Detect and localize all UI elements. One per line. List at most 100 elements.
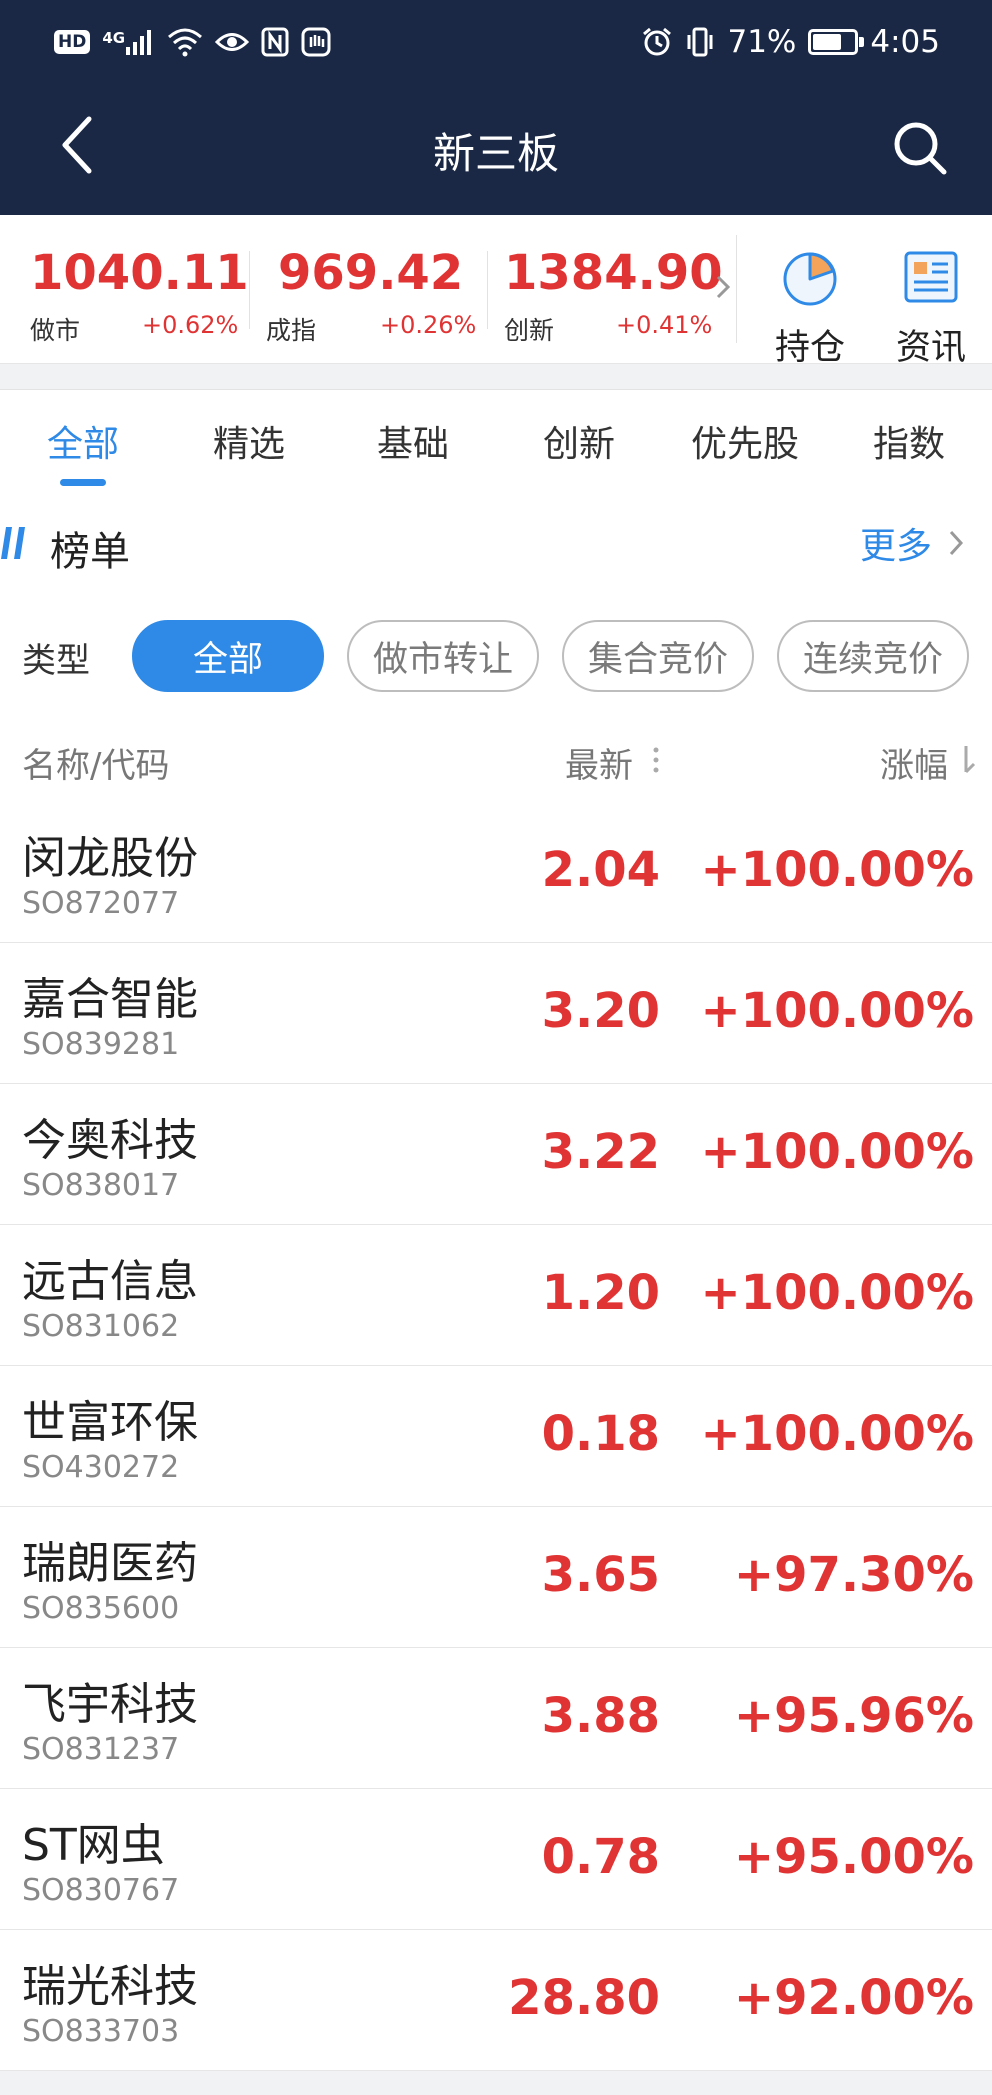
stock-change: +100.00% [700,1406,974,1462]
stock-latest-price: 3.65 [541,1547,660,1603]
holdings-button[interactable]: 持仓 [760,233,860,368]
stock-name: 世富环保 [22,1397,198,1448]
nfc-icon [261,27,289,57]
stock-name: 瑞朗医药 [22,1538,198,1589]
status-right: 71% 4:05 [641,22,940,62]
active-tab-indicator [60,479,106,486]
index-market-making[interactable]: 1040.11 做市 +0.62% [0,215,250,363]
stock-change: +95.96% [733,1688,974,1744]
wifi-icon [167,27,203,57]
tab-selected[interactable]: 精选 [166,390,332,492]
stock-latest-price: 1.20 [541,1265,660,1321]
stock-latest-price: 0.78 [541,1829,660,1885]
tab-basic[interactable]: 基础 [330,390,496,492]
column-header: 名称/代码 最新 涨幅 [0,716,992,803]
table-row[interactable]: 瑞光科技 SO833703 28.80 +92.00% [0,1930,992,2071]
search-button[interactable] [884,112,956,184]
stock-name: ST网虫 [22,1820,165,1871]
top-bar: HD 4G 71% 4:05 新三板 [0,0,992,215]
filter-label: 类型 [22,641,90,681]
stock-name: 闵龙股份 [22,833,198,884]
filter-chip-all[interactable]: 全部 [132,620,324,692]
stock-name: 今奥科技 [22,1115,198,1166]
table-row[interactable]: ST网虫 SO830767 0.78 +95.00% [0,1789,992,1930]
stock-code: SO838017 [22,1168,180,1203]
tab-innovation[interactable]: 创新 [496,390,662,492]
clock: 4:05 [870,24,940,60]
network-type: 4G [102,29,126,47]
hand-icon [301,27,331,57]
tab-index[interactable]: 指数 [826,390,992,492]
table-row[interactable]: 远古信息 SO831062 1.20 +100.00% [0,1225,992,1366]
stock-code: SO831062 [22,1309,180,1344]
index-innovation[interactable]: 1384.90 创新 +0.41% [488,215,723,363]
index-change: +0.62% [142,311,239,339]
table-row[interactable]: 瑞朗医药 SO835600 3.65 +97.30% [0,1507,992,1648]
type-filter: 类型 全部 做市转让 集合竞价 连续竞价 [0,595,992,717]
stock-code: SO833703 [22,2014,180,2049]
news-label: 资讯 [895,328,966,368]
column-change[interactable]: 涨幅 [880,738,948,787]
stock-code: SO835600 [22,1591,180,1626]
stock-code: SO839281 [22,1027,180,1062]
index-value: 1040.11 [30,245,249,301]
section-marker-icon [1,527,25,559]
stock-name: 嘉合智能 [22,974,198,1025]
index-name: 做市 [30,316,81,345]
battery-icon [808,29,865,55]
ranking-header: 榜单 更多 [0,491,992,596]
pie-chart-icon [783,252,837,306]
index-value: 969.42 [278,245,464,301]
news-icon [904,251,958,303]
chevron-right-icon[interactable] [712,271,734,303]
news-button[interactable]: 资讯 [881,233,981,368]
stock-latest-price: 0.18 [541,1406,660,1462]
status-left: HD 4G [54,22,331,62]
table-row[interactable]: 世富环保 SO430272 0.18 +100.00% [0,1366,992,1507]
chevron-right-icon [949,530,964,556]
stock-code: SO872077 [22,886,180,921]
filter-chip-market-making[interactable]: 做市转让 [347,620,539,692]
stock-code: SO831237 [22,1732,180,1767]
holdings-label: 持仓 [774,328,845,368]
column-name: 名称/代码 [22,746,170,786]
stock-change: +100.00% [700,983,974,1039]
battery-percent: 71% [727,24,797,60]
alarm-icon [641,26,673,58]
sort-icon[interactable] [652,744,660,776]
tab-all[interactable]: 全部 [0,390,166,492]
more-link[interactable]: 更多 [860,519,966,567]
stock-change: +92.00% [733,1970,974,2026]
stock-change: +97.30% [733,1547,974,1603]
eye-icon [215,27,250,57]
category-tabs: 全部 精选 基础 创新 优先股 指数 [0,389,992,493]
table-row[interactable]: 嘉合智能 SO839281 3.20 +100.00% [0,943,992,1084]
table-row[interactable]: 飞宇科技 SO831237 3.88 +95.96% [0,1648,992,1789]
vibrate-icon [685,26,715,58]
page-title: 新三板 [432,129,559,178]
stock-change: +100.00% [700,1124,974,1180]
filter-chip-call-auction[interactable]: 集合竞价 [562,620,754,692]
index-ticker: 1040.11 做市 +0.62% 969.42 成指 +0.26% 1384.… [0,215,992,368]
index-change: +0.26% [380,311,477,339]
filter-chip-continuous-auction[interactable]: 连续竞价 [777,620,969,692]
stock-change: +100.00% [700,1265,974,1321]
title-bar: 新三板 [0,86,992,215]
table-row[interactable]: 今奥科技 SO838017 3.22 +100.00% [0,1084,992,1225]
stock-code: SO430272 [22,1450,180,1485]
stock-latest-price: 2.04 [541,842,660,898]
ticker-divider [736,235,737,343]
index-composite[interactable]: 969.42 成指 +0.26% [250,215,488,363]
index-change: +0.41% [616,311,713,339]
stock-change: +100.00% [700,842,974,898]
tab-preferred[interactable]: 优先股 [662,390,828,492]
sort-descending-icon[interactable] [958,744,978,776]
index-name: 创新 [504,316,555,345]
stock-list: 闵龙股份 SO872077 2.04 +100.00% 嘉合智能 SO83928… [0,802,992,2071]
ranking-title: 榜单 [50,529,130,575]
column-latest[interactable]: 最新 [565,738,633,787]
stock-latest-price: 3.20 [541,983,660,1039]
index-name: 成指 [266,316,317,345]
table-row[interactable]: 闵龙股份 SO872077 2.04 +100.00% [0,802,992,943]
stock-latest-price: 28.80 [508,1970,660,2026]
